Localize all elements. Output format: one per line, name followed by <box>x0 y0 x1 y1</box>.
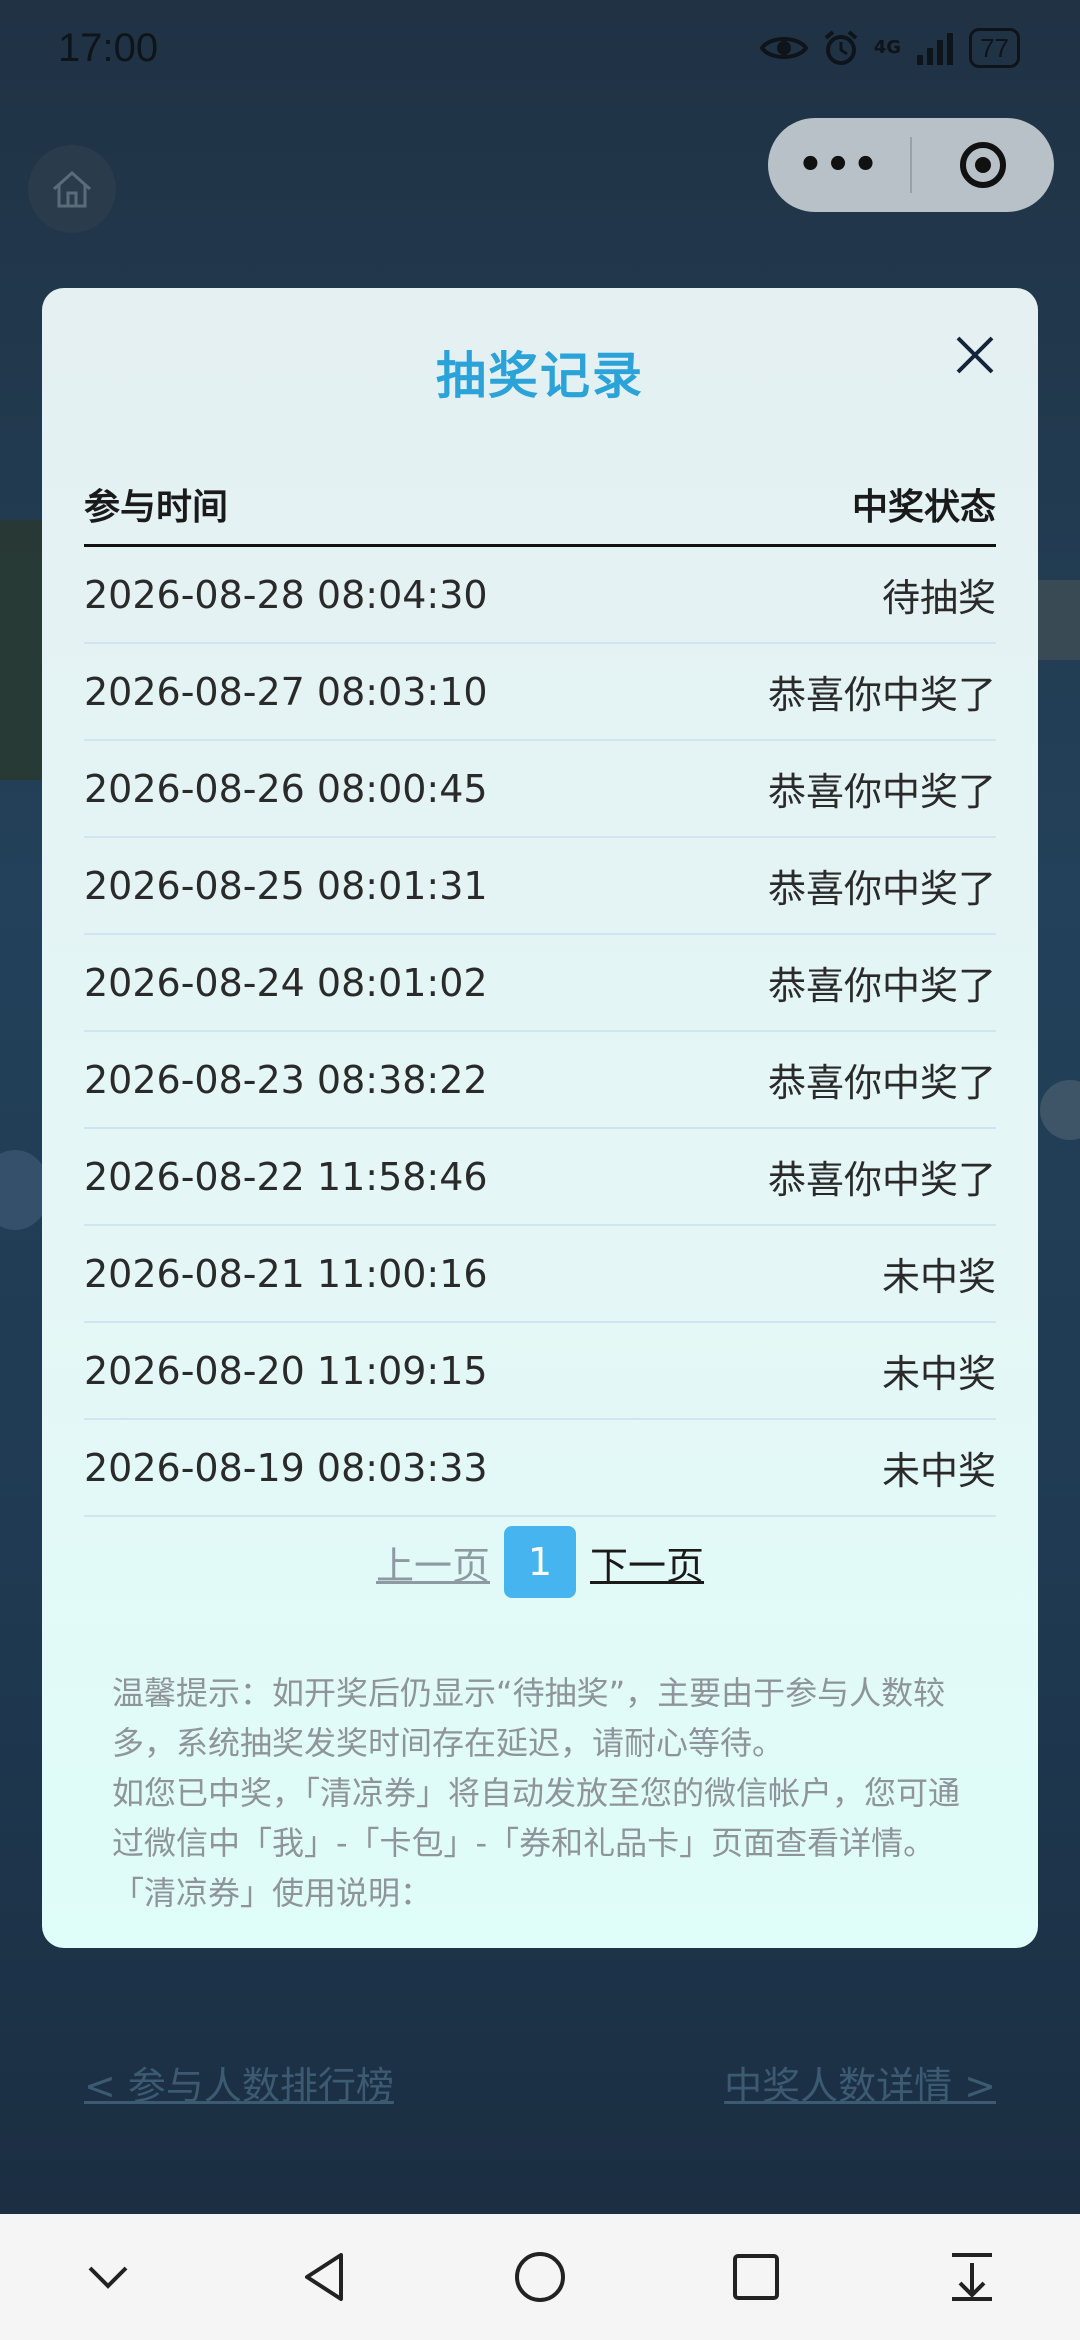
notification-pull-button[interactable] <box>932 2237 1012 2317</box>
lottery-record-modal: 抽奖记录 参与时间 中奖状态 2026-08-28 08:04:30 待抽奖 20… <box>42 288 1038 1948</box>
back-button[interactable] <box>284 2237 364 2317</box>
close-icon <box>956 336 994 374</box>
row-time: 2026-08-24 08:01:02 <box>84 960 488 1005</box>
status-time: 17:00 <box>58 26 159 70</box>
row-status: 未中奖 <box>881 1255 996 1299</box>
row-status: 未中奖 <box>881 1352 996 1396</box>
mini-program-capsule: ••• <box>768 118 1054 212</box>
column-header-time: 参与时间 <box>84 487 229 528</box>
row-time: 2026-08-20 11:09:15 <box>84 1348 488 1393</box>
notice-paragraph: 温馨提示：如开奖后仍显示“待抽奖”，主要由于参与人数较多，系统抽奖发奖时间存在延… <box>112 1674 946 1762</box>
chevron-down-icon <box>88 2266 128 2289</box>
notice-text: 温馨提示：如开奖后仍显示“待抽奖”，主要由于参与人数较多，系统抽奖发奖时间存在延… <box>112 1668 978 1918</box>
notice-paragraph: 如您已中奖，「清凉券」将自动发放至您的微信帐户，您可通过微信中「我」-「卡包」-… <box>112 1774 961 1862</box>
pagination: 上一页 1 下一页 <box>42 1526 1038 1598</box>
battery-icon: 77 <box>969 28 1020 68</box>
close-button[interactable] <box>950 330 1000 380</box>
background-illustration <box>1040 1080 1080 1140</box>
signal-icon <box>917 33 954 65</box>
row-time: 2026-08-28 08:04:30 <box>84 572 488 617</box>
close-mini-program-button[interactable] <box>912 142 1054 188</box>
bottom-links: < 参与人数排行榜 中奖人数详情 > <box>84 2055 996 2110</box>
current-page-button[interactable]: 1 <box>504 1526 576 1598</box>
modal-title: 抽奖记录 <box>436 347 644 405</box>
home-button[interactable] <box>28 145 116 233</box>
row-time: 2026-08-26 08:00:45 <box>84 766 488 811</box>
row-status: 恭喜你中奖了 <box>767 673 996 717</box>
table-row: 2026-08-24 08:01:02 恭喜你中奖了 <box>84 935 996 1032</box>
row-status: 恭喜你中奖了 <box>767 1158 996 1202</box>
row-status: 未中奖 <box>881 1449 996 1493</box>
row-time: 2026-08-21 11:00:16 <box>84 1251 488 1296</box>
status-icons: 4G 77 <box>759 28 1020 68</box>
target-icon <box>960 142 1006 188</box>
circle-home-icon <box>515 2252 565 2302</box>
row-time: 2026-08-22 11:58:46 <box>84 1154 488 1199</box>
collapse-button[interactable] <box>68 2237 148 2317</box>
home-icon <box>53 170 91 208</box>
notice-paragraph: 「清凉券」使用说明： <box>112 1874 433 1912</box>
table-row: 2026-08-19 08:03:33 未中奖 <box>84 1420 996 1517</box>
row-time: 2026-08-25 08:01:31 <box>84 863 488 908</box>
table-row: 2026-08-25 08:01:31 恭喜你中奖了 <box>84 838 996 935</box>
row-status: 恭喜你中奖了 <box>767 867 996 911</box>
table-row: 2026-08-21 11:00:16 未中奖 <box>84 1226 996 1323</box>
status-bar: 17:00 4G 77 <box>0 0 1080 100</box>
row-time: 2026-08-27 08:03:10 <box>84 669 488 714</box>
more-button[interactable]: ••• <box>768 142 910 188</box>
next-page-link[interactable]: 下一页 <box>590 1535 704 1590</box>
home-nav-button[interactable] <box>500 2237 580 2317</box>
table-row: 2026-08-22 11:58:46 恭喜你中奖了 <box>84 1129 996 1226</box>
eye-icon <box>759 37 808 59</box>
table-row: 2026-08-27 08:03:10 恭喜你中奖了 <box>84 644 996 741</box>
alarm-icon <box>824 30 858 65</box>
table-header: 参与时间 中奖状态 <box>84 464 996 547</box>
row-status: 恭喜你中奖了 <box>767 964 996 1008</box>
row-time: 2026-08-19 08:03:33 <box>84 1445 488 1490</box>
column-header-status: 中奖状态 <box>851 487 996 528</box>
winner-details-link[interactable]: 中奖人数详情 > <box>724 2055 996 2110</box>
recents-button[interactable] <box>716 2237 796 2317</box>
row-status: 恭喜你中奖了 <box>767 770 996 814</box>
back-triangle-icon <box>305 2253 343 2301</box>
table-row: 2026-08-20 11:09:15 未中奖 <box>84 1323 996 1420</box>
table-row: 2026-08-23 08:38:22 恭喜你中奖了 <box>84 1032 996 1129</box>
row-time: 2026-08-23 08:38:22 <box>84 1057 488 1102</box>
pull-down-icon <box>952 2253 992 2301</box>
system-navigation-bar <box>0 2214 1080 2340</box>
row-status: 恭喜你中奖了 <box>767 1061 996 1105</box>
square-recents-icon <box>733 2254 779 2300</box>
table-row: 2026-08-26 08:00:45 恭喜你中奖了 <box>84 741 996 838</box>
record-table: 参与时间 中奖状态 2026-08-28 08:04:30 待抽奖 2026-08… <box>84 464 996 1517</box>
table-row: 2026-08-28 08:04:30 待抽奖 <box>84 547 996 644</box>
network-type: 4G <box>873 37 902 58</box>
row-status: 待抽奖 <box>881 576 996 620</box>
prev-page-link[interactable]: 上一页 <box>376 1535 490 1590</box>
participant-ranking-link[interactable]: < 参与人数排行榜 <box>84 2055 394 2110</box>
